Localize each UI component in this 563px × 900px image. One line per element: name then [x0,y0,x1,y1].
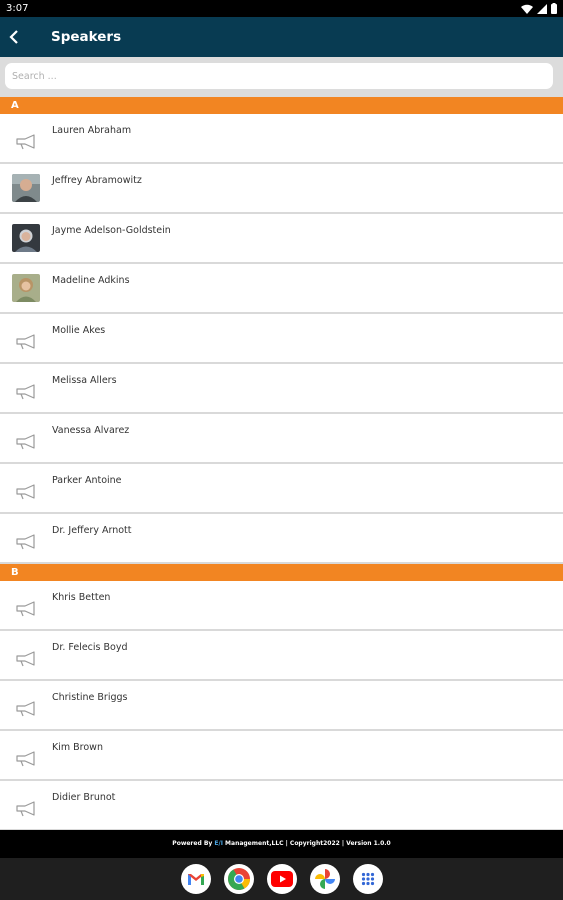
speaker-name: Lauren Abraham [52,125,132,136]
speaker-row[interactable]: Dr. Felecis Boyd [0,631,563,681]
speaker-row[interactable]: Jeffrey Abramowitz [0,164,563,214]
speaker-name: Madeline Adkins [52,275,130,286]
photos-app[interactable] [310,864,340,894]
speaker-name: Parker Antoine [52,475,122,486]
speaker-row[interactable]: Mollie Akes [0,314,563,364]
speaker-name: Jayme Adelson-Goldstein [52,225,171,236]
speaker-row[interactable]: Jayme Adelson-Goldstein [0,214,563,264]
megaphone-icon [12,528,40,556]
speaker-row[interactable]: Madeline Adkins [0,264,563,314]
megaphone-icon [12,328,40,356]
search-input[interactable] [5,63,553,89]
speaker-row[interactable]: Christine Briggs [0,681,563,731]
status-icons [521,3,557,14]
app-dock [181,864,383,894]
gmail-app[interactable] [181,864,211,894]
speaker-name: Vanessa Alvarez [52,425,130,436]
megaphone-icon [12,595,40,623]
signal-icon [537,3,547,14]
photos-icon [315,869,335,889]
speaker-name: Melissa Allers [52,375,117,386]
status-time: 3:07 [6,3,29,14]
speaker-name: Dr. Jeffery Arnott [52,525,132,536]
footer-copyright: Management,LLC | Copyright2022 | Version… [225,840,391,847]
youtube-icon [271,871,293,887]
speaker-row[interactable]: Dr. Jeffery Arnott [0,514,563,564]
megaphone-icon [12,478,40,506]
megaphone-icon [12,645,40,673]
speaker-list[interactable]: A Lauren Abraham Jeffrey Abramowitz Jayme A… [0,97,563,830]
section-header-a: A [0,97,563,114]
megaphone-icon [12,428,40,456]
speaker-name: Christine Briggs [52,692,128,703]
footer-brand: E/I [214,840,223,847]
footer: Powered By E/I Management,LLC | Copyrigh… [0,830,563,858]
speaker-name: Kim Brown [52,742,103,753]
speaker-name: Jeffrey Abramowitz [52,175,142,186]
speaker-row[interactable]: Parker Antoine [0,464,563,514]
page-title: Speakers [51,29,122,45]
speaker-name: Didier Brunot [52,792,116,803]
speaker-row[interactable]: Melissa Allers [0,364,563,414]
navigation-bar [0,858,563,900]
speaker-row[interactable]: Kim Brown [0,731,563,781]
speaker-avatar [12,274,40,302]
speakers-screen: 3:07 Speakers A Lauren Abraham Jeffrey Abr… [0,0,563,900]
speaker-avatar [12,174,40,202]
speaker-avatar [12,224,40,252]
megaphone-icon [12,745,40,773]
youtube-app[interactable] [267,864,297,894]
speaker-row[interactable]: Khris Betten [0,581,563,631]
search-bar [0,57,563,97]
speaker-name: Khris Betten [52,592,111,603]
battery-icon [551,3,557,14]
app-drawer[interactable] [353,864,383,894]
megaphone-icon [12,128,40,156]
app-bar: Speakers [0,17,563,57]
chrome-icon [228,868,250,890]
chevron-left-icon [9,30,18,44]
wifi-icon [521,4,533,14]
back-button[interactable] [2,25,26,49]
megaphone-icon [12,695,40,723]
megaphone-icon [12,378,40,406]
app-drawer-icon [361,872,375,886]
gmail-icon [188,874,204,885]
speaker-row[interactable]: Lauren Abraham [0,114,563,164]
chrome-app[interactable] [224,864,254,894]
footer-prefix: Powered By [172,840,213,847]
speaker-name: Mollie Akes [52,325,106,336]
speaker-name: Dr. Felecis Boyd [52,642,128,653]
status-bar: 3:07 [0,0,563,17]
speaker-row[interactable]: Vanessa Alvarez [0,414,563,464]
megaphone-icon [12,795,40,823]
speaker-row[interactable]: Didier Brunot [0,781,563,830]
section-header-b: B [0,564,563,581]
